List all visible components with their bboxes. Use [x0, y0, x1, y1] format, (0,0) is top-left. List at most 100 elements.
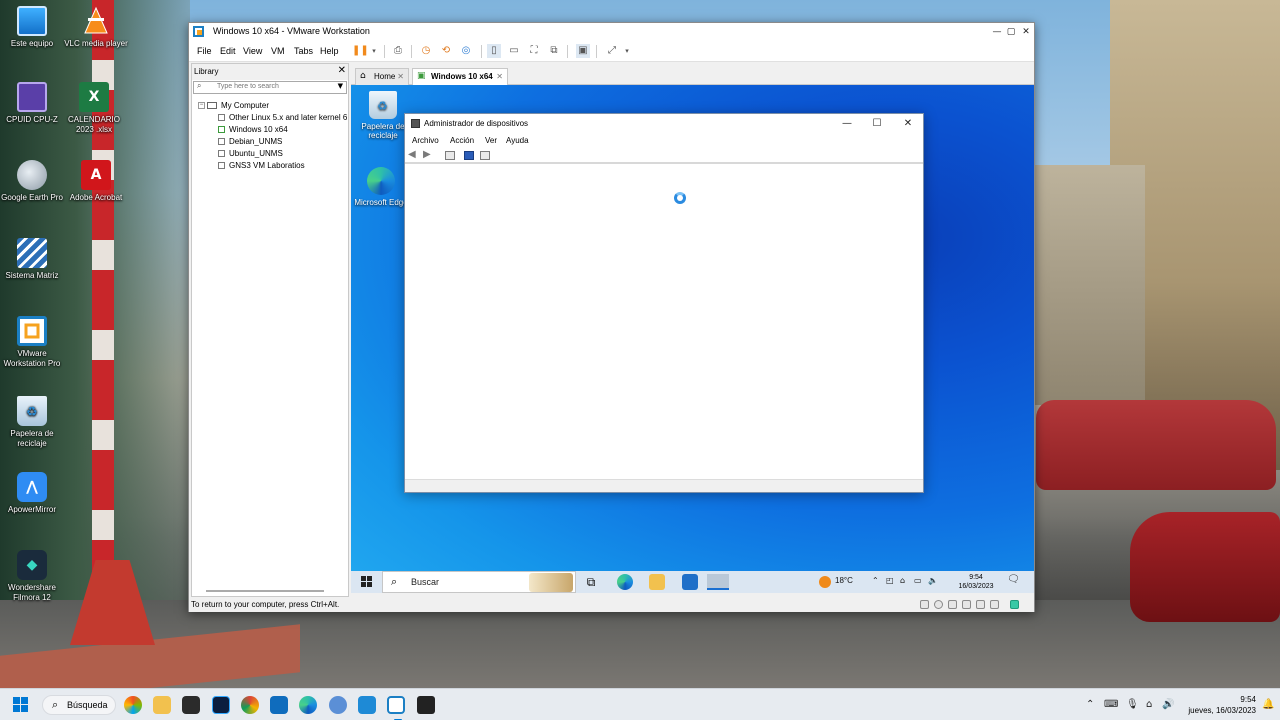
tray-volume-icon[interactable]: 🔈	[928, 576, 938, 585]
desktop-icon-recycle-bin[interactable]: ♻ Papelera de reciclaje	[0, 396, 66, 449]
tray-display-icon[interactable]: ▭	[914, 576, 922, 585]
snapshot-manager-icon[interactable]: ◎	[459, 44, 473, 58]
host-search-box[interactable]: ⌕ Búsqueda	[42, 695, 116, 715]
desktop-icon-filmora[interactable]: ◆ Wondershare Filmora 12	[0, 550, 66, 603]
library-scrollbar[interactable]	[206, 590, 324, 592]
tree-item-vm[interactable]: GNS3 VM Laboratios	[198, 160, 348, 172]
edge-icon[interactable]	[299, 696, 317, 714]
windows-start-icon[interactable]	[361, 576, 373, 588]
desktop-icon-acrobat[interactable]: A Adobe Acrobat	[62, 160, 130, 203]
notifications-icon[interactable]: 🔔	[1262, 699, 1274, 710]
menu-archivo[interactable]: Archivo	[412, 136, 439, 145]
sound-card-icon[interactable]	[976, 600, 985, 609]
desktop-icon-cpuz[interactable]: CPUID CPU-Z	[0, 82, 66, 125]
vscode-icon[interactable]	[358, 696, 376, 714]
tray-chevron-up-icon[interactable]: ⌃	[872, 576, 879, 585]
library-view-icon[interactable]: ▯	[487, 44, 501, 58]
vmware-task-icon[interactable]	[387, 696, 405, 720]
close-icon[interactable]: ✕	[496, 69, 503, 84]
desktop-icon-sistema-matriz[interactable]: Sistema Matriz	[0, 238, 66, 281]
task-view-icon[interactable]: ⧉	[583, 574, 599, 590]
fullscreen-icon[interactable]: ⛶	[527, 44, 541, 58]
back-icon[interactable]: ◀	[408, 149, 416, 160]
unity-icon[interactable]: ⧉	[547, 44, 561, 58]
close-button[interactable]: ✕	[899, 116, 917, 132]
tray-chevron-up-icon[interactable]: ⌃	[1086, 699, 1094, 710]
widgets-icon[interactable]	[124, 696, 142, 714]
menu-accion[interactable]: Acción	[450, 136, 474, 145]
microphone-icon[interactable]: 🎙	[1126, 699, 1139, 710]
photoshop-icon[interactable]	[212, 696, 230, 714]
library-search-input[interactable]: ⌕ Type here to search ▼	[193, 81, 347, 94]
tab-home[interactable]: ⌂ Home ✕	[355, 68, 409, 85]
console-icon[interactable]: ▣	[576, 44, 590, 58]
guest-screen[interactable]: ♻ Papelera de reciclaje Microsoft Edge A…	[351, 85, 1034, 593]
tab-windows-10[interactable]: ▣ Windows 10 x64 ✕	[412, 68, 508, 85]
hard-disk-icon[interactable]	[920, 600, 929, 609]
close-button[interactable]: ✕	[1018, 24, 1034, 40]
menu-vm[interactable]: VM	[271, 46, 285, 56]
outlook-icon[interactable]	[270, 696, 288, 714]
vm-messages-icon[interactable]	[1010, 600, 1019, 609]
snipping-tool-icon[interactable]	[417, 696, 435, 714]
snapshot-icon[interactable]: ◷	[419, 44, 433, 58]
collapse-icon[interactable]: −	[198, 102, 205, 110]
stretch-icon[interactable]: ⤢	[605, 44, 619, 58]
maximize-button[interactable]: ☐	[868, 116, 886, 132]
properties-icon[interactable]	[445, 151, 455, 160]
cd-dvd-icon[interactable]	[934, 600, 943, 609]
signal-icon[interactable]	[329, 696, 347, 714]
desktop-icon-google-earth[interactable]: Google Earth Pro	[0, 160, 66, 203]
device-manager-task-icon[interactable]	[707, 574, 729, 590]
tree-item-vm[interactable]: Ubuntu_UNMS	[198, 148, 348, 160]
help-icon[interactable]	[464, 151, 474, 160]
chevron-down-icon[interactable]: ▼	[338, 82, 343, 90]
revert-snapshot-icon[interactable]: ⟲	[439, 44, 453, 58]
menu-tabs[interactable]: Tabs	[294, 46, 313, 56]
edge-icon[interactable]	[617, 574, 633, 590]
host-clock[interactable]: 9:54 jueves, 16/03/2023	[1180, 694, 1256, 716]
close-icon[interactable]: ✕	[338, 65, 346, 76]
tray-device-icon[interactable]: ◰	[886, 576, 894, 585]
tray-network-icon[interactable]: ⌂	[1146, 699, 1152, 710]
chevron-down-icon[interactable]: ▾	[620, 44, 634, 58]
menu-ver[interactable]: Ver	[485, 136, 497, 145]
minimize-button[interactable]: —	[838, 116, 856, 132]
pause-icon[interactable]: ❚❚	[352, 44, 369, 58]
forward-icon[interactable]: ▶	[423, 149, 431, 160]
desktop-icon-calendario[interactable]: X CALENDARIO 2023 .xlsx	[60, 82, 128, 135]
network-adapter-icon[interactable]	[948, 600, 957, 609]
thumbnail-view-icon[interactable]: ▭	[507, 44, 521, 58]
microsoft-store-icon[interactable]	[182, 696, 200, 714]
desktop-icon-vlc[interactable]: VLC media player	[62, 6, 130, 49]
weather-temperature[interactable]: 18°C	[835, 576, 853, 585]
tree-item-my-computer[interactable]: − My Computer	[198, 100, 348, 112]
tree-item-vm[interactable]: Other Linux 5.x and later kernel 6	[198, 112, 348, 124]
chrome-icon[interactable]	[241, 696, 259, 714]
guest-search-box[interactable]: ⌕ Buscar	[382, 571, 576, 593]
file-explorer-icon[interactable]	[153, 696, 171, 714]
maximize-button[interactable]: ▢	[1003, 24, 1019, 40]
close-icon[interactable]: ✕	[397, 69, 404, 84]
keyboard-icon[interactable]: ⌨	[1104, 699, 1118, 710]
file-explorer-icon[interactable]	[649, 574, 665, 590]
menu-ayuda[interactable]: Ayuda	[506, 136, 529, 145]
desktop-icon-este-equipo[interactable]: Este equipo	[0, 6, 66, 49]
windows-start-icon[interactable]	[13, 697, 29, 713]
desktop-icon-apowermirror[interactable]: ⋀ ApowerMirror	[0, 472, 66, 515]
chevron-down-icon[interactable]: ▾	[367, 44, 381, 58]
menu-view[interactable]: View	[243, 46, 262, 56]
desktop-icon-vmware[interactable]: VMware Workstation Pro	[0, 316, 66, 369]
usb-icon[interactable]	[962, 600, 971, 609]
mail-icon[interactable]	[682, 574, 698, 590]
menu-file[interactable]: File	[197, 46, 212, 56]
guest-clock[interactable]: 9:54 16/03/2023	[953, 573, 999, 591]
tray-network-icon[interactable]: ⌂	[900, 576, 905, 585]
tree-item-vm[interactable]: Windows 10 x64	[198, 124, 348, 136]
tree-item-vm[interactable]: Debian_UNMS	[198, 136, 348, 148]
tray-volume-icon[interactable]: 🔊	[1162, 699, 1174, 710]
show-hide-console-tree-icon[interactable]	[480, 151, 490, 160]
notifications-icon[interactable]: 🗨	[1007, 574, 1020, 585]
weather-icon[interactable]	[819, 576, 831, 588]
menu-edit[interactable]: Edit	[220, 46, 236, 56]
